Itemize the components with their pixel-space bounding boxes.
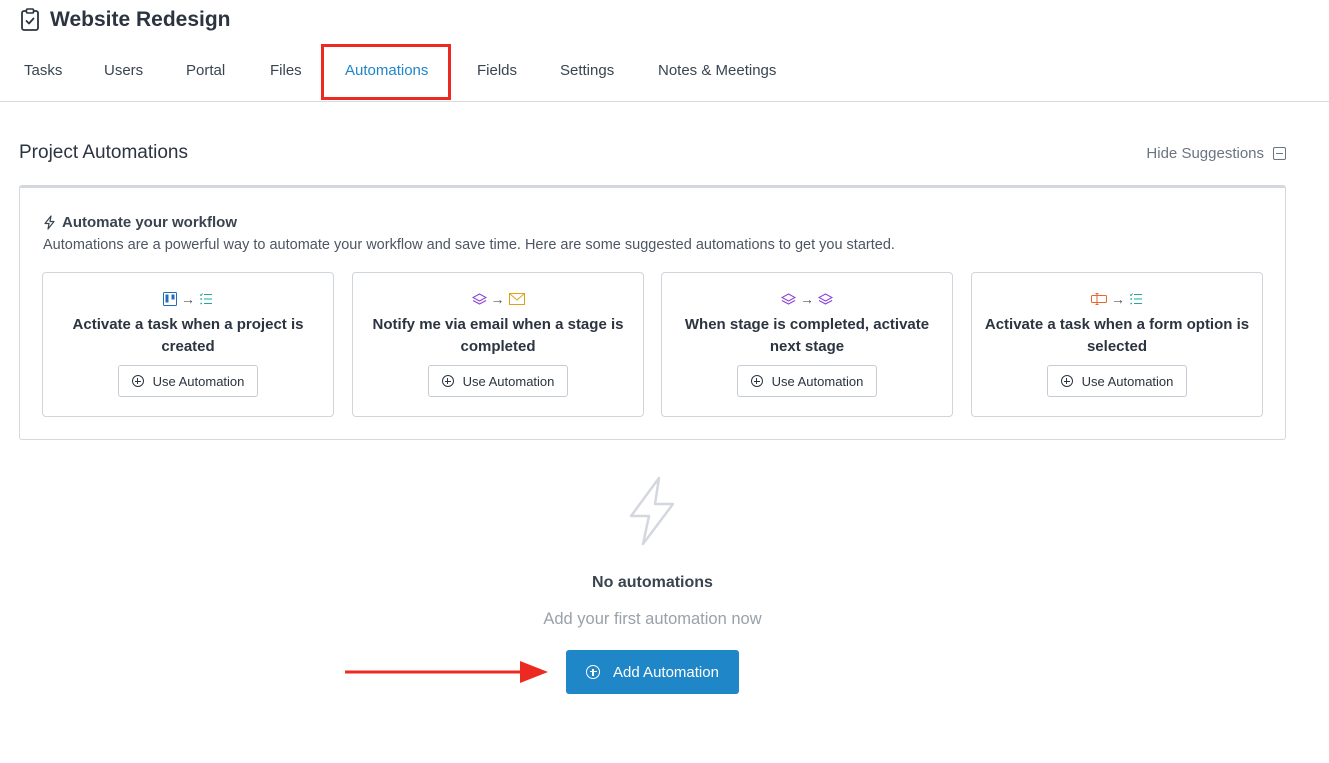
use-automation-label: Use Automation (771, 373, 864, 389)
card-icons: → (662, 292, 952, 306)
card-title: Activate a task when a project is create… (72, 316, 304, 355)
collapse-icon (1273, 147, 1286, 160)
tab-users[interactable]: Users (104, 62, 143, 79)
plus-circle-icon (131, 375, 144, 387)
tab-files[interactable]: Files (270, 62, 302, 79)
use-automation-label: Use Automation (1081, 373, 1174, 389)
task-list-icon (199, 293, 212, 305)
annotation-highlight-box (321, 44, 451, 100)
arrow-right-icon: → (1111, 291, 1125, 307)
use-automation-button[interactable]: Use Automation (1047, 365, 1187, 397)
suggestions-heading-text: Automate your workflow (62, 214, 238, 231)
suggestions-description: Automations are a powerful way to automa… (43, 237, 895, 253)
hide-suggestions-button[interactable]: Hide Suggestions (1146, 145, 1286, 162)
use-automation-button[interactable]: Use Automation (737, 365, 877, 397)
use-automation-label: Use Automation (462, 373, 555, 389)
tab-portal[interactable]: Portal (186, 62, 225, 79)
card-title: Activate a task when a form option is se… (984, 316, 1250, 355)
add-automation-label: Add Automation (613, 663, 719, 681)
automation-card: → Activate a task when a project is crea… (42, 272, 334, 417)
suggestions-heading: Automate your workflow (43, 214, 237, 231)
arrow-right-icon: → (800, 291, 814, 307)
empty-state-title: No automations (592, 574, 713, 591)
task-list-icon (1129, 293, 1142, 305)
arrow-right-icon: → (490, 291, 505, 307)
annotation-arrow-icon (345, 661, 548, 683)
plus-circle-icon (750, 375, 763, 387)
arrow-right-icon: → (181, 291, 195, 307)
lightning-bolt-icon (629, 476, 675, 546)
stage-layers-icon (818, 292, 833, 305)
use-automation-button[interactable]: Use Automation (118, 365, 258, 397)
automation-card: → Notify me via email when a stage is co… (352, 272, 644, 417)
section-title: Project Automations (19, 142, 188, 163)
card-title: When stage is completed, activate next s… (684, 316, 930, 355)
plus-circle-icon (441, 375, 454, 387)
clipboard-check-icon (21, 8, 39, 31)
project-header: Website Redesign (20, 8, 231, 32)
card-icons: → (972, 292, 1262, 306)
stage-layers-icon (471, 292, 487, 305)
suggestions-panel: Automate your workflow Automations are a… (19, 185, 1286, 440)
use-automation-label: Use Automation (152, 373, 245, 389)
use-automation-button[interactable]: Use Automation (428, 365, 568, 397)
tab-fields[interactable]: Fields (477, 62, 517, 79)
tab-settings[interactable]: Settings (560, 62, 614, 79)
plus-circle-icon (586, 665, 601, 679)
plus-circle-icon (1060, 375, 1073, 387)
tab-bar: Tasks Users Portal Files Automations Fie… (0, 46, 1329, 102)
tab-tasks[interactable]: Tasks (24, 62, 62, 79)
add-automation-button[interactable]: Add Automation (566, 650, 739, 694)
card-icons: → (353, 292, 643, 306)
stage-layers-icon (781, 292, 796, 305)
automation-card: → When stage is completed, activate next… (661, 272, 953, 417)
lightning-icon (44, 215, 55, 230)
card-icons: → (43, 292, 333, 306)
page-title: Website Redesign (50, 8, 231, 31)
kanban-board-icon (163, 292, 177, 306)
card-title: Notify me via email when a stage is comp… (372, 316, 624, 355)
tab-notes-meetings[interactable]: Notes & Meetings (658, 62, 776, 79)
empty-state-subtitle: Add your first automation now (543, 610, 762, 628)
hide-suggestions-label: Hide Suggestions (1146, 145, 1264, 162)
automation-card: → Activate a task when a form option is … (971, 272, 1263, 417)
envelope-icon (508, 293, 525, 305)
form-option-icon (1091, 293, 1107, 305)
